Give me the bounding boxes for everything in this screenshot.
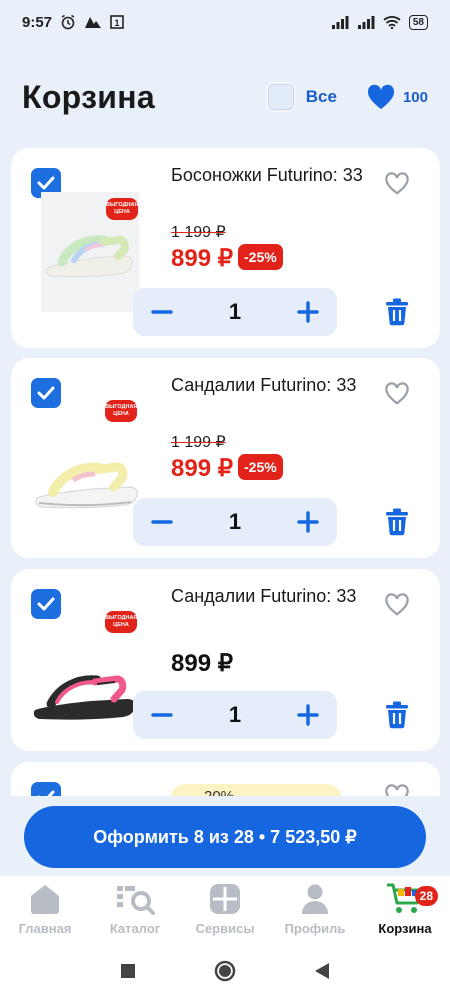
minus-icon[interactable]	[151, 301, 173, 323]
wifi-icon	[383, 16, 401, 29]
favorites-button[interactable]: 100	[367, 84, 428, 110]
quantity-value: 1	[228, 509, 242, 534]
delete-button[interactable]	[384, 701, 410, 734]
price: 899 ₽	[171, 455, 233, 482]
price: 899 ₽	[171, 245, 233, 272]
status-bar: 9:57 1 58	[0, 0, 450, 44]
recents-icon[interactable]	[120, 963, 136, 979]
tab-label: Профиль	[284, 921, 346, 936]
product-image[interactable]	[33, 436, 143, 526]
product-title[interactable]: Сандалии Futurino: 33	[171, 372, 371, 398]
select-all[interactable]: Все	[265, 82, 337, 112]
status-time: 9:57	[22, 13, 53, 31]
item-checkbox[interactable]	[31, 378, 61, 408]
signal-icon	[331, 16, 349, 29]
checkout-button[interactable]: Оформить 8 из 28 • 7 523,50 ₽	[24, 806, 426, 868]
plus-icon[interactable]	[297, 511, 319, 533]
product-image[interactable]: ВЫГОДНАЯ ЦЕНА	[41, 192, 139, 312]
tab-label: Корзина	[378, 921, 432, 936]
sim-notification-icon: 1	[110, 15, 124, 29]
discount-badge: -25%	[238, 244, 283, 270]
tab-label: Каталог	[109, 921, 161, 936]
checkmark-icon	[37, 386, 55, 400]
svg-text:1: 1	[115, 18, 120, 28]
item-checkbox[interactable]	[31, 589, 61, 619]
tab-label: Главная	[18, 921, 72, 936]
quantity-stepper: 1	[133, 288, 337, 336]
checkmark-icon	[37, 176, 55, 190]
tab-cart[interactable]: 28 Корзина	[360, 876, 450, 942]
alarm-icon	[61, 14, 75, 30]
trash-icon	[386, 298, 408, 326]
cart-item-card: ВЫГОДНАЯ ЦЕНА Сандалии Futurino: 33 1 19…	[11, 358, 440, 558]
delete-button[interactable]	[384, 298, 410, 331]
bottom-tabbar: Главная Каталог Сервисы Профиль 28 Корзи…	[0, 876, 450, 942]
tab-catalog[interactable]: Каталог	[90, 876, 180, 942]
delete-button[interactable]	[384, 508, 410, 541]
heart-outline-icon	[385, 593, 409, 616]
trash-icon	[386, 701, 408, 729]
services-icon	[210, 884, 240, 914]
add-to-favorites-button[interactable]	[384, 593, 410, 622]
checkmark-icon	[37, 597, 55, 611]
tab-label: Сервисы	[195, 921, 255, 936]
battery-indicator: 58	[408, 14, 428, 30]
discount-badge: -25%	[238, 454, 283, 480]
cart-count-badge: 28	[414, 886, 438, 906]
promo-badge: ВЫГОДНАЯ ЦЕНА	[105, 400, 137, 422]
select-all-checkbox[interactable]	[265, 82, 296, 112]
app-notification-icon	[85, 17, 102, 28]
plus-icon[interactable]	[297, 704, 319, 726]
home-nav-icon[interactable]	[214, 960, 236, 982]
minus-icon[interactable]	[151, 704, 173, 726]
back-icon[interactable]	[314, 962, 330, 980]
promo-badge: ВЫГОДНАЯ ЦЕНА	[106, 198, 138, 220]
product-title[interactable]: Босоножки Futurino: 33	[171, 162, 371, 188]
heart-outline-icon	[385, 382, 409, 405]
quantity-value: 1	[228, 299, 242, 324]
cart-item-card: ВЫГОДНАЯ ЦЕНА Босоножки Futurino: 33 1 1…	[11, 148, 440, 348]
old-price: 1 199 ₽	[171, 434, 226, 451]
signal-icon-2	[357, 16, 375, 29]
promo-badge: ВЫГОДНАЯ ЦЕНА	[105, 611, 137, 633]
system-navigation-bar	[0, 942, 450, 1000]
checkout-area: Оформить 8 из 28 • 7 523,50 ₽	[0, 796, 450, 876]
quantity-stepper: 1	[133, 691, 337, 739]
heart-outline-icon	[385, 172, 409, 195]
add-to-favorites-button[interactable]	[384, 172, 410, 201]
add-to-favorites-button[interactable]	[384, 382, 410, 411]
plus-icon[interactable]	[297, 301, 319, 323]
price: 899 ₽	[171, 650, 233, 677]
quantity-value: 1	[228, 702, 242, 727]
profile-icon	[302, 884, 328, 914]
tab-profile[interactable]: Профиль	[270, 876, 360, 942]
heart-filled-icon	[367, 84, 395, 109]
catalog-search-icon	[117, 886, 155, 915]
sandal-illustration	[46, 235, 133, 278]
trash-icon	[386, 508, 408, 536]
favorites-count: 100	[402, 88, 428, 106]
cart-header: Корзина Все 100	[22, 72, 428, 122]
quantity-stepper: 1	[133, 498, 337, 546]
tab-home[interactable]: Главная	[0, 876, 90, 942]
tab-services[interactable]: Сервисы	[180, 876, 270, 942]
old-price: 1 199 ₽	[171, 224, 226, 241]
product-title[interactable]: Сандалии Futurino: 33	[171, 583, 371, 609]
sandal-illustration	[33, 675, 136, 720]
sandal-illustration	[35, 462, 138, 509]
product-image[interactable]	[31, 655, 143, 735]
home-icon	[31, 885, 59, 914]
minus-icon[interactable]	[151, 511, 173, 533]
page-title: Корзина	[22, 78, 156, 115]
select-all-label: Все	[305, 87, 337, 106]
cart-item-card: ВЫГОДНАЯ ЦЕНА Сандалии Futurino: 33 899 …	[11, 569, 440, 751]
